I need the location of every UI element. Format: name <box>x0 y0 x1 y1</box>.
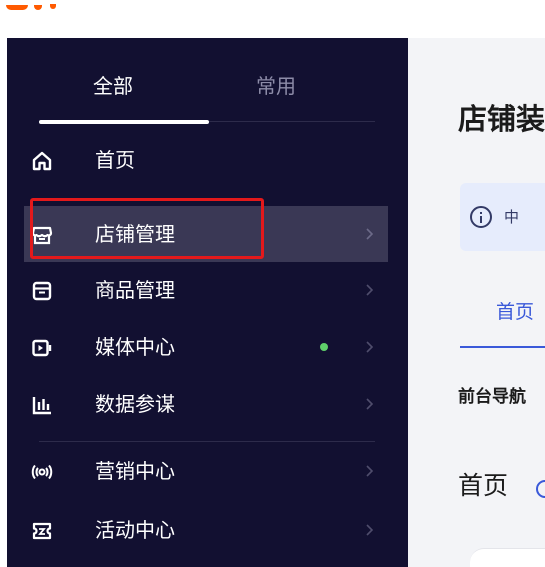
tab-home[interactable]: 首页 <box>496 300 534 324</box>
page-title: 店铺装 <box>458 102 545 136</box>
main-content: 店铺装 中 首页 前台导航 首页 <box>408 38 545 567</box>
broadcast-icon <box>31 464 53 480</box>
chevron-right-icon <box>366 465 374 477</box>
menu-divider <box>39 441 375 442</box>
active-tab-underline <box>460 346 545 348</box>
sidebar: 全部 常用 首页 店铺管理 商品管理 媒体中心 数据参谋 营销中心 活动中心 <box>7 38 408 567</box>
top-bar <box>0 0 545 38</box>
new-badge-dot <box>320 343 328 351</box>
home-icon <box>32 151 52 171</box>
notice-text: 中 <box>504 208 520 226</box>
front-navigation-label: 前台导航 <box>458 387 526 407</box>
sidebar-item-activity-center[interactable]: 活动中心 <box>7 502 408 558</box>
brand-logo[interactable] <box>6 0 66 14</box>
chevron-right-icon <box>366 398 374 410</box>
sidebar-item-label: 媒体中心 <box>95 335 175 359</box>
section-heading: 首页 <box>458 471 509 500</box>
left-edge <box>0 38 7 567</box>
sidebar-item-marketing-center[interactable]: 营销中心 <box>7 443 408 499</box>
sidebar-item-label: 首页 <box>95 148 135 172</box>
info-icon <box>470 206 492 228</box>
chevron-right-icon <box>366 524 374 536</box>
sidebar-item-label: 商品管理 <box>95 278 175 302</box>
sidebar-item-label: 营销中心 <box>95 459 175 483</box>
highlight-box <box>30 198 264 259</box>
active-tab-indicator <box>39 120 209 124</box>
content-card <box>470 548 545 567</box>
tab-all[interactable]: 全部 <box>93 74 133 98</box>
sidebar-item-media-center[interactable]: 媒体中心 <box>7 319 408 375</box>
sidebar-item-product-management[interactable]: 商品管理 <box>7 262 408 318</box>
sidebar-item-label: 数据参谋 <box>95 392 175 416</box>
tab-common[interactable]: 常用 <box>256 74 296 98</box>
sidebar-tabs: 全部 常用 <box>7 38 408 124</box>
chevron-right-icon <box>366 228 374 240</box>
product-box-icon <box>32 281 52 301</box>
bar-chart-icon <box>32 397 51 415</box>
media-play-icon <box>32 339 52 357</box>
ticket-icon <box>32 522 52 540</box>
help-icon[interactable] <box>536 480 545 498</box>
sidebar-item-data-advisor[interactable]: 数据参谋 <box>7 376 408 432</box>
sidebar-item-label: 活动中心 <box>95 518 175 542</box>
chevron-right-icon <box>366 284 374 296</box>
chevron-right-icon <box>366 341 374 353</box>
sidebar-item-home[interactable]: 首页 <box>7 132 408 188</box>
info-notice: 中 <box>460 183 545 251</box>
